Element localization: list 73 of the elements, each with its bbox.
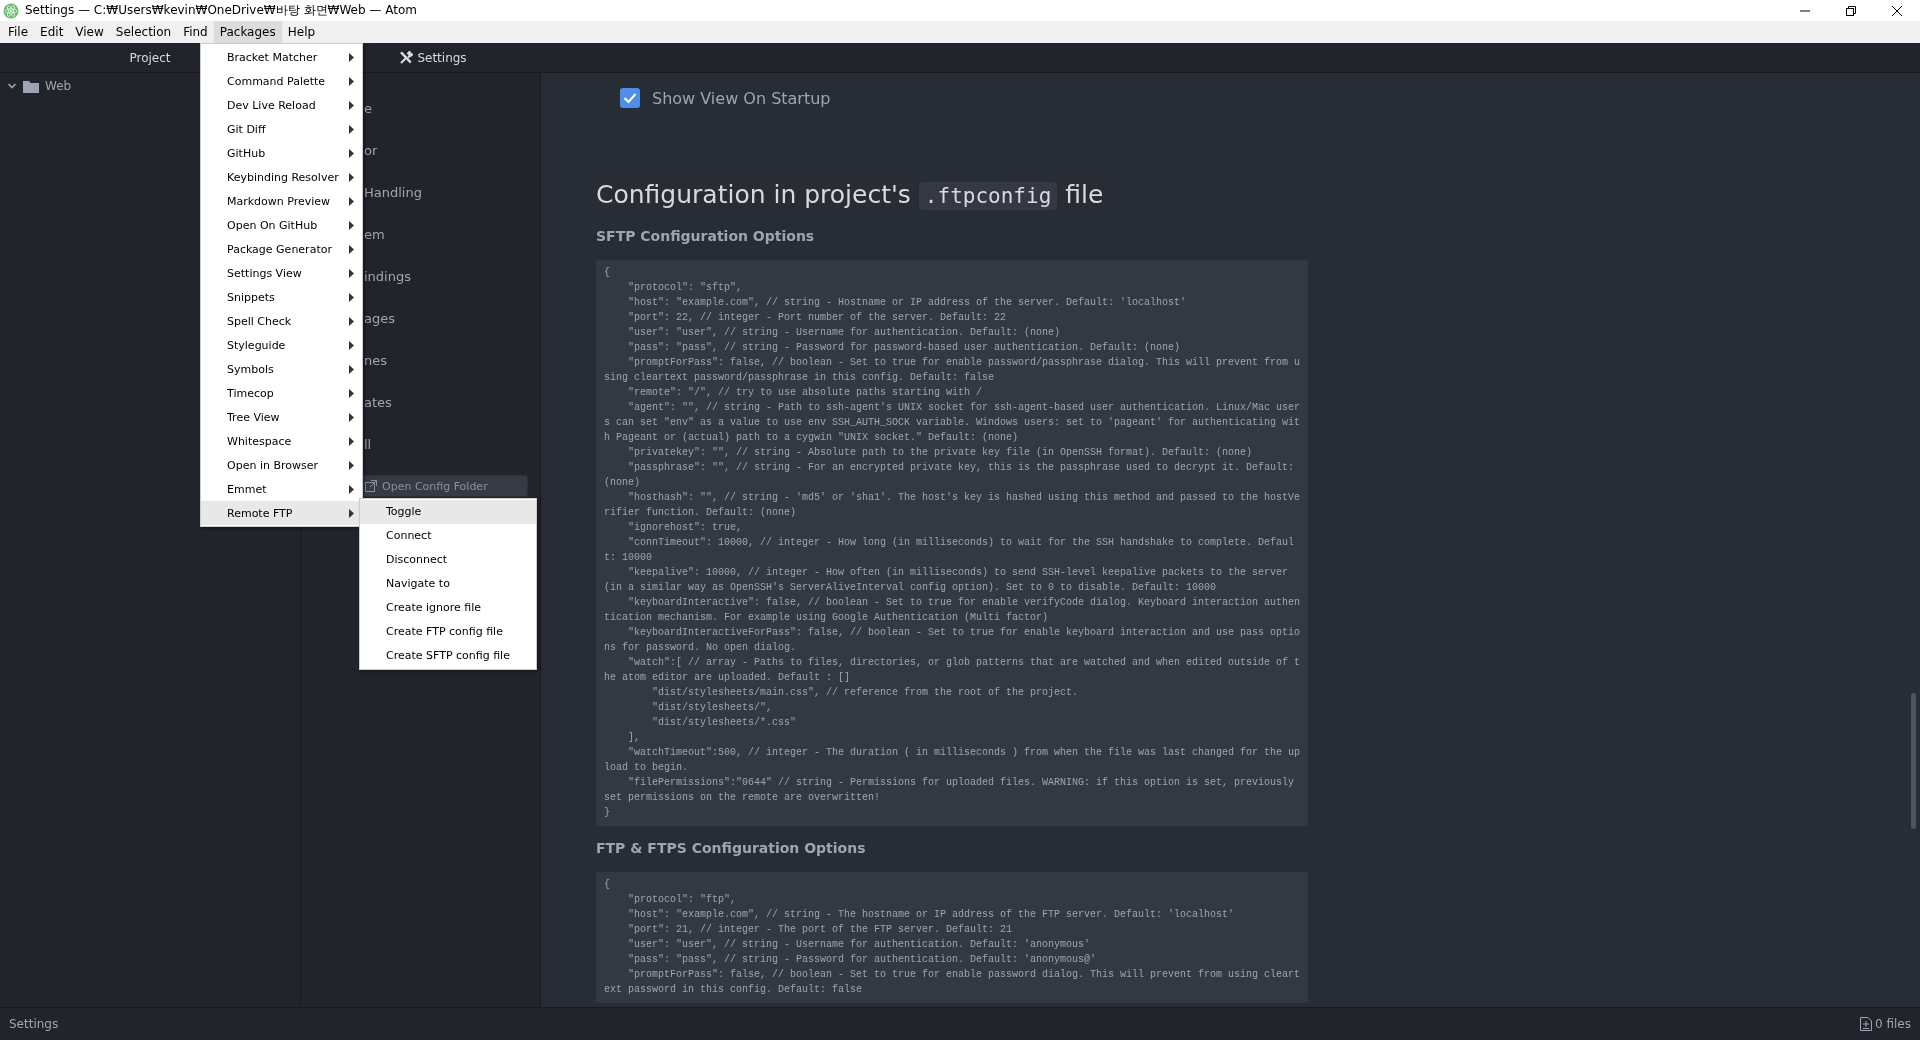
- submenu-arrow-icon: [349, 76, 354, 86]
- external-link-icon: [365, 480, 377, 492]
- menu-item[interactable]: Disconnect: [360, 548, 536, 572]
- menu-item[interactable]: Styleguide: [201, 333, 362, 357]
- atom-app-icon: [3, 2, 19, 19]
- menu-item[interactable]: Help: [281, 21, 322, 43]
- submenu-arrow-icon: [349, 364, 354, 374]
- file-icon: [1860, 1017, 1872, 1031]
- restore-icon: [1846, 5, 1856, 16]
- menu-item[interactable]: View: [69, 21, 110, 43]
- open-config-folder-button[interactable]: Open Config Folder: [360, 475, 528, 497]
- menu-item[interactable]: File: [2, 21, 35, 43]
- section-heading: SFTP Configuration Options: [596, 228, 816, 244]
- menu-item[interactable]: Navigate to: [360, 572, 536, 596]
- menu-item[interactable]: Toggle: [360, 500, 536, 524]
- file-count[interactable]: 0 files: [1860, 1017, 1911, 1031]
- menu-item[interactable]: Snippets: [201, 285, 362, 309]
- menu-item[interactable]: Packages: [213, 21, 282, 43]
- submenu-arrow-icon: [349, 340, 354, 350]
- menu-item[interactable]: Open On GitHub: [201, 213, 362, 237]
- menu-item[interactable]: Find: [177, 21, 214, 43]
- menu-item[interactable]: Package Generator: [201, 237, 362, 261]
- submenu-arrow-icon: [349, 316, 354, 326]
- menu-item[interactable]: Markdown Preview: [201, 189, 362, 213]
- menu-item[interactable]: Settings View: [201, 261, 362, 285]
- code-block: { "protocol": "ftp", "host": "example.com", // string - The hostname or IP address of the FTP server. Default: 'localhost' "port": 21, // integer - The port of the FTP server. Default: 21 "user": "user", // string - Username for authentication. Default: 'anonymous' "pass": "pass", // string - Password for authentication. Default: 'anonymous@' "promptForPass": false, // boolean - Set to true for enable password dialog. This will prevent from using cleartext password in this config. Default: false: [596, 872, 1309, 1003]
- status-text: Settings: [9, 1017, 59, 1031]
- menu-item[interactable]: Command Palette: [201, 69, 362, 93]
- submenu-arrow-icon: [349, 436, 354, 446]
- submenu-arrow-icon: [349, 268, 354, 278]
- submenu-arrow-icon: [349, 412, 354, 422]
- submenu-arrow-icon: [349, 508, 354, 518]
- submenu-arrow-icon: [349, 220, 354, 230]
- menu-item[interactable]: Emmet: [201, 477, 362, 501]
- menu-item[interactable]: Create ignore file: [360, 596, 536, 620]
- checkbox[interactable]: [620, 88, 640, 108]
- submenu-arrow-icon: [349, 292, 354, 302]
- submenu-arrow-icon: [349, 244, 354, 254]
- submenu-arrow-icon: [349, 484, 354, 494]
- menu-item[interactable]: Remote FTP: [201, 501, 362, 525]
- code-block: { "protocol": "sftp", "host": "example.com", // string - Hostname or IP address of the server. Default: 'localhost' "port": 22, // integer - Port number of the server. Default: 22 "user": "user", // string - Username for authentication. Default: (none) "pass": "pass", // string - Password for password-based user authentication. Default: (none) "promptForPass": false, // boolean - Set to true for enable password/passphrase dialog. This will prevent from using cleartext password/passphrase in this config. Default: false "remote": "/", // try to use absolute paths starting with / "agent": "", // string - Path to ssh-agent's UNIX socket for ssh-agent-based user authentication. Linux/Mac users can set "env" as a value to use env SSH_AUTH_SOCK variable. Windows users: set to 'pageant' for authenticating with Pageant or (actual) path to a cygwin "UNIX socket." Default: (none) "privatekey": "", // string - Absolute path to the private key file (in OpenSSH format). Default: (none) "passphrase": "", // string - For an encrypted private key, this is the passphrase used to decrypt it. Default: (none) "hosthash": "", // string - 'md5' or 'sha1'. The host's key is hashed using this method and passed to the hostVerifier function. Default: (none) "ignorehost": true, "connTimeout": 10000, // integer - How long (in milliseconds) to wait for the SSH handshake to complete. Default: 10000 "keepalive": 10000, // integer - How often (in milliseconds) to send SSH-level keepalive packets to the server (in a similar way as OpenSSH's ServerAliveInterval config option). Set to 0 to disable. Default: 10000 "keyboardInteractive": false, // boolean - Set to true for enable verifyCode dialog. Keyboard interaction authentication mechanism. For example using Google Authentication (Multi factor) "keyboardInteractiveForPass": false, // boolean - Set to true for enable keyboard interaction and use pass options for password. No open dialog. "watch":[ // array - Paths to files, directories, or glob patterns that are watched and when edited outside of the atom editor are uploaded. Default : [] "dist/stylesheets/main.css", // reference from the root of the project. "dist/stylesheets/", "dist/stylesheets/*.css" ], "watchTimeout":500, // integer - The duration ( in milliseconds ) from when the file was last changed for the upload to begin. "filePermissions":"0644" // string - Permissions for uploaded files. WARNING: if this option is set, previously set permissions on the remote are overwritten! }: [596, 260, 1309, 826]
- submenu-arrow-icon: [349, 196, 354, 206]
- menu-item[interactable]: Edit: [34, 21, 70, 43]
- scrollbar-thumb[interactable]: [1911, 693, 1916, 829]
- panel-title: Project: [129, 50, 171, 65]
- section-heading: FTP & FTPS Configuration Options: [596, 840, 867, 856]
- menu-item[interactable]: Tree View: [201, 405, 362, 429]
- menu-item[interactable]: Connect: [360, 524, 536, 548]
- folder-icon: [23, 79, 39, 93]
- menu-item[interactable]: Open in Browser: [201, 453, 362, 477]
- submenu-arrow-icon: [349, 460, 354, 470]
- submenu-arrow-icon: [349, 100, 354, 110]
- submenu-arrow-icon: [349, 124, 354, 134]
- menu-item[interactable]: Timecop: [201, 381, 362, 405]
- menu-item[interactable]: Create FTP config file: [360, 620, 536, 644]
- close-icon: [1892, 5, 1902, 16]
- page-heading: Configuration in project's .ftpconfig file: [596, 179, 1105, 212]
- submenu-arrow-icon: [349, 388, 354, 398]
- window-title: Settings — C:₩Users₩kevin₩OneDrive₩바탕 화면₩Web — Atom: [25, 2, 417, 19]
- menu-item[interactable]: Whitespace: [201, 429, 362, 453]
- menu-item[interactable]: Dev Live Reload: [201, 93, 362, 117]
- startup-checkbox[interactable]: Show View On Startup: [620, 88, 1908, 108]
- menu-item[interactable]: Symbols: [201, 357, 362, 381]
- menu-item[interactable]: Selection: [109, 21, 178, 43]
- submenu-arrow-icon: [349, 148, 354, 158]
- submenu-arrow-icon: [349, 172, 354, 182]
- menu-item[interactable]: Create SFTP config file: [360, 644, 536, 668]
- menu-item[interactable]: Keybinding Resolver: [201, 165, 362, 189]
- tools-icon: [399, 50, 414, 65]
- menu-item[interactable]: Git Diff: [201, 117, 362, 141]
- menu-item[interactable]: GitHub: [201, 141, 362, 165]
- menu-item[interactable]: Spell Check: [201, 309, 362, 333]
- submenu-arrow-icon: [349, 52, 354, 62]
